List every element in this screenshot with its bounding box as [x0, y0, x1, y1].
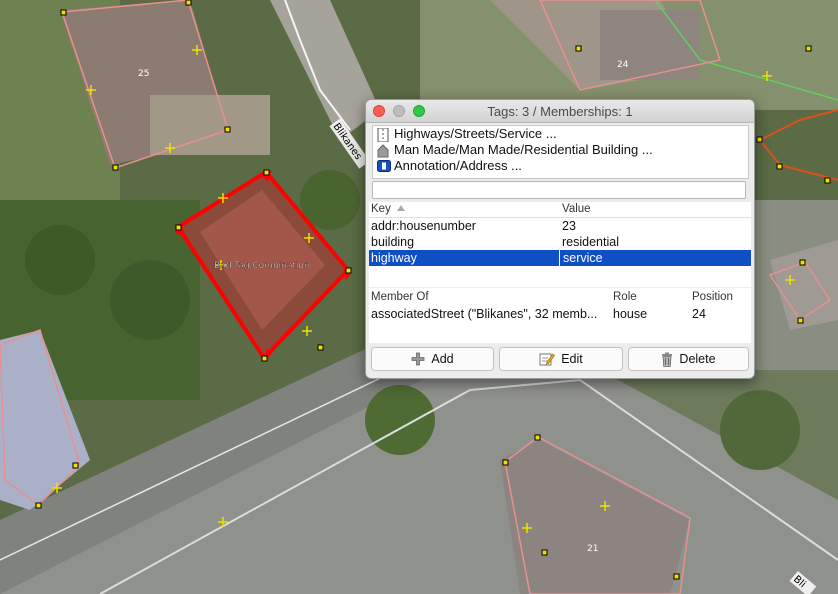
- tags-memberships-dialog[interactable]: Tags: 3 / Memberships: 1 Highways/Street…: [365, 99, 755, 379]
- table-row[interactable]: addr:housenumber 23: [369, 218, 751, 234]
- dialog-buttons: Add Edit Delete: [371, 347, 749, 373]
- table-row[interactable]: associatedStreet ("Blikanes", 32 memb...…: [369, 306, 751, 322]
- memberships-table: Member Of Role Position associatedStreet…: [369, 288, 751, 343]
- position-column-header[interactable]: Position: [692, 288, 733, 306]
- tag-key: addr:housenumber: [371, 219, 476, 233]
- preset-label: Man Made/Man Made/Residential Building .…: [394, 142, 653, 157]
- road-icon: [377, 127, 389, 142]
- tag-key: building: [371, 235, 415, 249]
- preset-link-residential-building[interactable]: Man Made/Man Made/Residential Building .…: [373, 142, 748, 158]
- warning-label: Bad Tag Combination: [214, 261, 310, 271]
- member-position: 24: [692, 307, 706, 321]
- tag-value: 23: [562, 219, 576, 233]
- value-column-header[interactable]: Value: [562, 202, 591, 217]
- tag-value: service: [559, 250, 603, 266]
- member-role: house: [613, 307, 648, 321]
- tag-key: highway: [371, 251, 417, 265]
- trash-icon: [662, 352, 673, 367]
- house-number-label: 21: [587, 544, 598, 554]
- table-row-selected[interactable]: highway service: [369, 250, 751, 266]
- member-of: associatedStreet ("Blikanes", 32 memb...: [371, 307, 598, 321]
- plus-icon: [411, 352, 425, 366]
- add-button-label: Add: [431, 352, 454, 366]
- preset-list: Highways/Streets/Service ... Man Made/Ma…: [372, 125, 749, 179]
- tags-table-header: Key Value: [369, 202, 751, 218]
- member-of-column-header[interactable]: Member Of: [371, 288, 429, 306]
- tags-table: Key Value addr:housenumber 23 building r…: [369, 202, 751, 287]
- house-icon: [377, 143, 389, 157]
- tag-value: residential: [562, 235, 619, 249]
- address-icon: [377, 159, 391, 173]
- preset-link-address[interactable]: Annotation/Address ...: [373, 158, 748, 174]
- preset-link-highway-service[interactable]: Highways/Streets/Service ...: [373, 126, 748, 142]
- table-row[interactable]: building residential: [369, 234, 751, 250]
- dialog-titlebar[interactable]: Tags: 3 / Memberships: 1: [366, 100, 754, 123]
- key-column-header[interactable]: Key: [371, 202, 405, 217]
- delete-button[interactable]: Delete: [628, 347, 749, 371]
- sort-ascending-icon: [396, 205, 405, 211]
- house-number-label: 25: [138, 69, 149, 79]
- edit-pencil-icon: [539, 353, 556, 366]
- role-column-header[interactable]: Role: [613, 288, 637, 306]
- dialog-title: Tags: 3 / Memberships: 1: [487, 104, 633, 119]
- tag-filter-input[interactable]: [372, 181, 746, 199]
- delete-button-label: Delete: [679, 352, 716, 366]
- memberships-table-header: Member Of Role Position: [369, 288, 751, 306]
- preset-label: Annotation/Address ...: [394, 158, 522, 173]
- preset-label: Highways/Streets/Service ...: [394, 126, 557, 141]
- edit-button[interactable]: Edit: [499, 347, 623, 371]
- house-number-label: 24: [617, 60, 629, 70]
- edit-button-label: Edit: [561, 352, 583, 366]
- add-button[interactable]: Add: [371, 347, 494, 371]
